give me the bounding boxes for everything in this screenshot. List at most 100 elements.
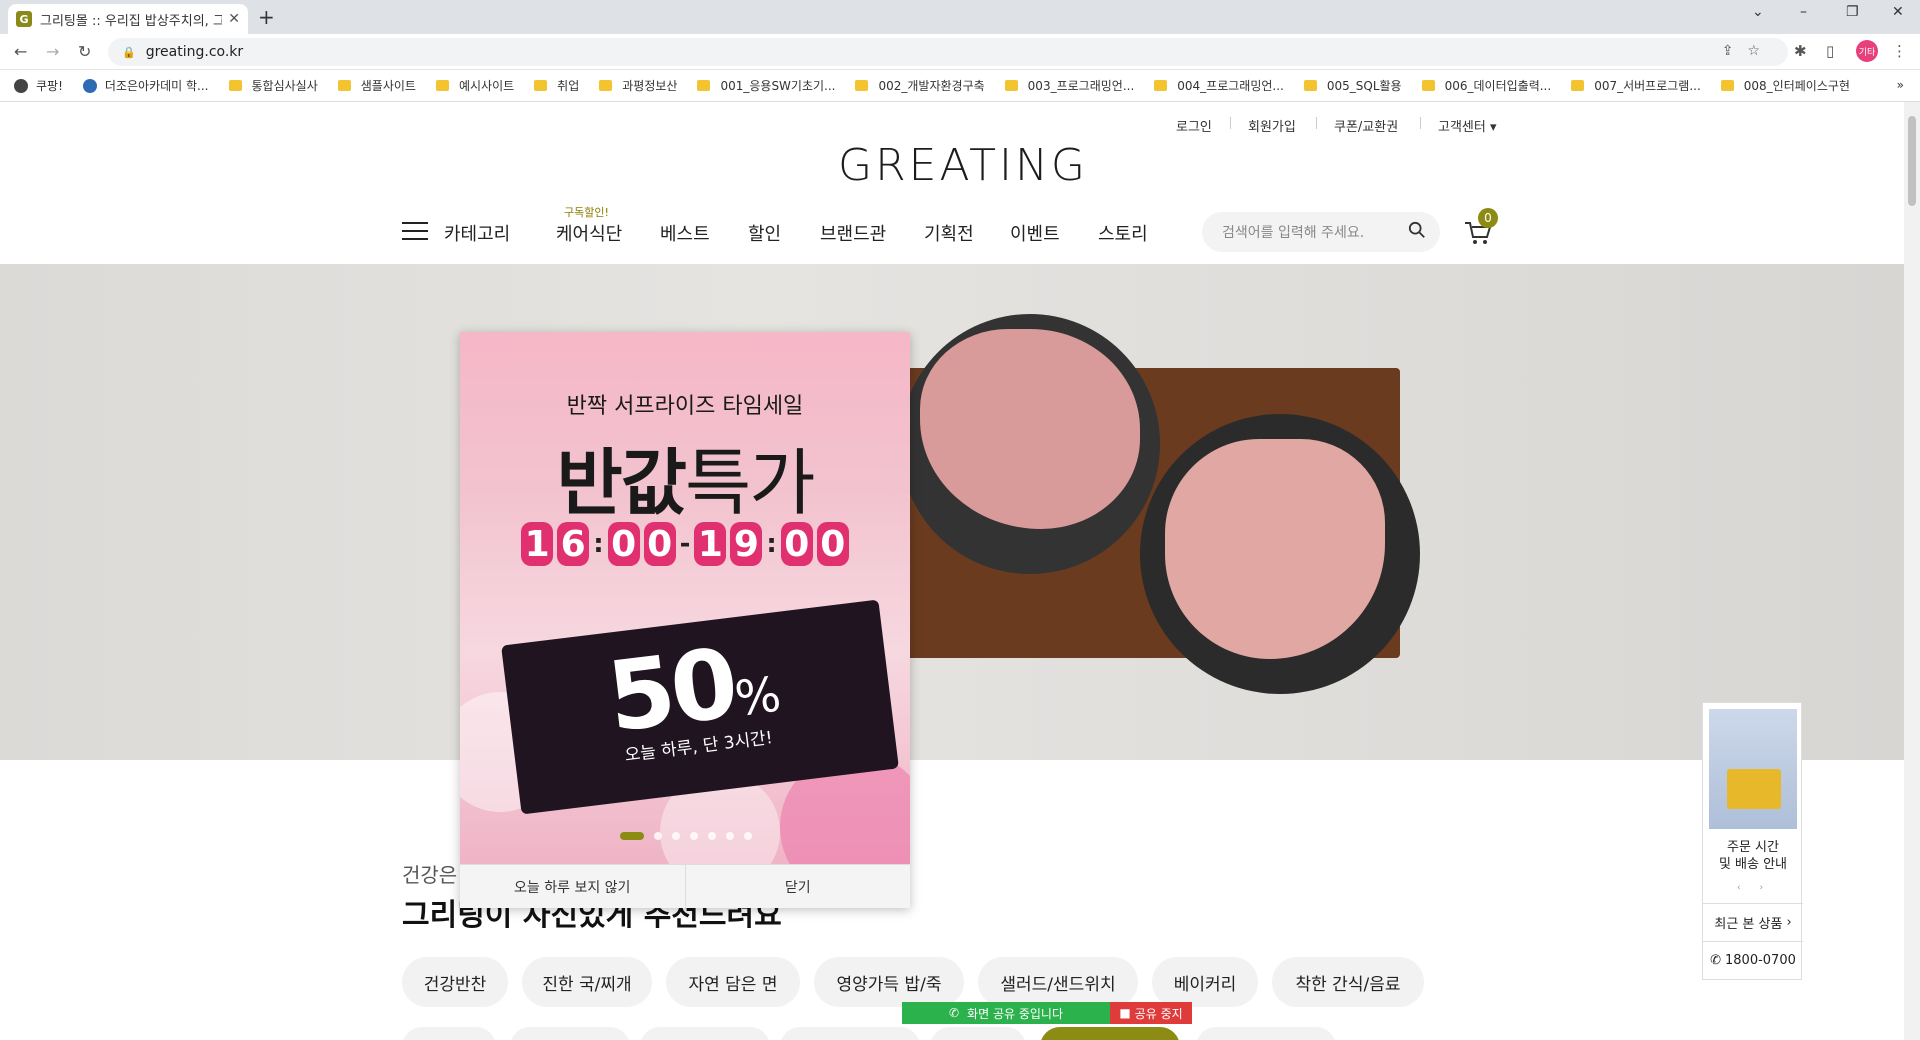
bookmark-folder[interactable]: 취업 xyxy=(534,77,579,94)
bookmark-folder[interactable]: 002_개발자환경구축 xyxy=(855,77,985,94)
recent-products-link[interactable]: 최근 본 상품 › xyxy=(1703,903,1803,941)
folder-icon xyxy=(435,80,449,91)
delivery-widget: 주문 시간 및 배송 안내 ‹ › 최근 본 상품 › ✆ 1800-0700 xyxy=(1702,702,1803,980)
popup-banner[interactable]: 반짝 서프라이즈 타임세일 반값특가 1 6 : 0 0 - 1 9 : 0 0… xyxy=(460,332,910,864)
close-window-icon[interactable]: ✕ xyxy=(1892,4,1904,20)
bookmark-folder[interactable]: 005_SQL활용 xyxy=(1303,77,1402,94)
delivery-image[interactable] xyxy=(1709,709,1797,829)
bookmark-folder[interactable]: 001_응용SW기초기... xyxy=(697,77,835,94)
hamburger-icon[interactable] xyxy=(402,222,428,240)
chip-soup[interactable]: 진한 국/찌개 xyxy=(522,957,652,1007)
chip-salad[interactable]: 샐러드/샌드위치 xyxy=(978,957,1138,1007)
chip[interactable] xyxy=(402,1027,496,1040)
carousel-dots[interactable] xyxy=(620,832,752,840)
tab-search-icon[interactable]: ⌄ xyxy=(1752,4,1764,20)
bookmark-folder[interactable]: 샘플사이트 xyxy=(337,77,416,94)
chip[interactable] xyxy=(510,1027,630,1040)
chip-rice[interactable]: 영양가득 밥/죽 xyxy=(814,957,964,1007)
close-tab-icon[interactable]: ✕ xyxy=(228,11,240,27)
nav-event[interactable]: 이벤트 xyxy=(1010,220,1060,246)
folder-icon xyxy=(855,80,869,91)
widget-arrows[interactable]: ‹ › xyxy=(1737,883,1771,893)
nav-story[interactable]: 스토리 xyxy=(1098,220,1148,246)
bookmark-folder[interactable]: 003_프로그래밍언... xyxy=(1004,77,1134,94)
page-scrollbar[interactable] xyxy=(1904,102,1920,1040)
carousel-dot[interactable] xyxy=(690,832,698,840)
nav-exhibition[interactable]: 기획전 xyxy=(924,220,974,246)
search-input[interactable]: 검색어를 입력해 주세요. xyxy=(1202,212,1440,252)
folder-icon xyxy=(1421,80,1435,91)
share-and-bookmark-icons[interactable]: ⇪☆ xyxy=(1722,43,1774,59)
phone-icon: ✆ xyxy=(1710,953,1722,968)
bookmark-folder[interactable]: 예시사이트 xyxy=(435,77,514,94)
carousel-dot[interactable] xyxy=(726,832,734,840)
folder-icon xyxy=(228,80,242,91)
site-logo[interactable]: GREATING xyxy=(838,140,1088,191)
address-bar[interactable]: 🔒 greating.co.kr ⇪☆ xyxy=(108,38,1788,66)
nav-best[interactable]: 베스트 xyxy=(660,220,710,246)
chip-selected[interactable] xyxy=(1040,1027,1180,1040)
bookmark-folder[interactable]: 008_인터페이스구현 xyxy=(1720,77,1850,94)
chip-health-side[interactable]: 건강반찬 xyxy=(402,957,508,1007)
scroll-thumb[interactable] xyxy=(1908,116,1916,206)
bookmark-folder[interactable]: 통합심사실사 xyxy=(228,77,318,94)
extensions-icon[interactable]: ✱ xyxy=(1794,42,1807,60)
chip[interactable] xyxy=(780,1027,920,1040)
signup-link[interactable]: 회원가입 xyxy=(1248,116,1296,135)
folder-icon xyxy=(599,80,613,91)
login-link[interactable]: 로그인 xyxy=(1176,116,1212,135)
time-separator: : xyxy=(593,529,604,559)
chip[interactable] xyxy=(640,1027,770,1040)
folder-icon xyxy=(1571,80,1585,91)
maximize-icon[interactable]: ❐ xyxy=(1846,4,1859,20)
bookmark-folder[interactable]: 004_프로그래밍언... xyxy=(1154,77,1284,94)
nav-brand[interactable]: 브랜드관 xyxy=(820,220,886,246)
carousel-dot[interactable] xyxy=(672,832,680,840)
screen-share-bar: ✆ 화면 공유 중입니다 ■ 공유 중지 xyxy=(902,1002,1192,1024)
chip[interactable] xyxy=(930,1027,1026,1040)
new-tab-icon[interactable]: + xyxy=(258,5,275,29)
chip-snack[interactable]: 착한 간식/음료 xyxy=(1272,957,1424,1007)
hero-banner[interactable] xyxy=(0,264,1904,760)
profile-avatar[interactable]: 기타 xyxy=(1856,40,1878,62)
menu-icon[interactable]: ⋮ xyxy=(1892,42,1907,60)
back-icon[interactable]: ← xyxy=(14,42,27,61)
chip[interactable] xyxy=(1196,1027,1336,1040)
popup-title: 반값특가 xyxy=(556,441,816,525)
side-panel-icon[interactable]: ▯ xyxy=(1826,42,1834,60)
search-icon[interactable] xyxy=(1408,221,1426,239)
nav-care-meal[interactable]: 케어식단 xyxy=(556,220,622,246)
delivery-guide-label[interactable]: 주문 시간 및 배송 안내 xyxy=(1703,839,1803,873)
folder-icon xyxy=(1154,80,1168,91)
coupon-link[interactable]: 쿠폰/교환권 xyxy=(1334,116,1398,135)
phone-link[interactable]: ✆ 1800-0700 xyxy=(1703,941,1803,979)
bookmarks-overflow[interactable]: » xyxy=(1897,78,1904,92)
reload-icon[interactable]: ↻ xyxy=(78,42,91,61)
minimize-icon[interactable]: – xyxy=(1800,4,1807,20)
cart-count-badge: 0 xyxy=(1478,208,1498,228)
carousel-dot[interactable] xyxy=(708,832,716,840)
stop-share-button[interactable]: ■ 공유 중지 xyxy=(1110,1002,1192,1024)
time-digit: 1 xyxy=(694,522,727,566)
forward-icon[interactable]: → xyxy=(46,42,59,61)
time-digit: 0 xyxy=(780,522,813,566)
folder-icon xyxy=(337,80,351,91)
bookmark-folder[interactable]: 007_서버프로그램... xyxy=(1571,77,1701,94)
folder-icon xyxy=(1004,80,1018,91)
nav-sale[interactable]: 할인 xyxy=(748,220,781,246)
bookmark-folder[interactable]: 과평정보산 xyxy=(599,77,677,94)
dont-show-today-button[interactable]: 오늘 하루 보지 않기 xyxy=(460,865,685,908)
customer-center-link[interactable]: 고객센터 ▾ xyxy=(1438,116,1497,135)
carousel-dot[interactable] xyxy=(744,832,752,840)
carousel-dot[interactable] xyxy=(620,832,644,840)
browser-tab[interactable]: G 그리팅몰 :: 우리집 밥상주치의, 그 ✕ xyxy=(8,4,248,34)
chip-bakery[interactable]: 베이커리 xyxy=(1152,957,1258,1007)
bookmark-item[interactable]: 더조은아카데미 학... xyxy=(82,77,209,94)
chip-noodle[interactable]: 자연 담은 면 xyxy=(666,957,800,1007)
nav-category[interactable]: 카테고리 xyxy=(444,220,510,246)
close-popup-button[interactable]: 닫기 xyxy=(684,865,911,908)
carousel-dot[interactable] xyxy=(654,832,662,840)
time-digit: 0 xyxy=(607,522,640,566)
bookmark-folder[interactable]: 006_데이터입출력... xyxy=(1421,77,1551,94)
bookmark-item[interactable]: 쿠팡! xyxy=(14,77,63,94)
